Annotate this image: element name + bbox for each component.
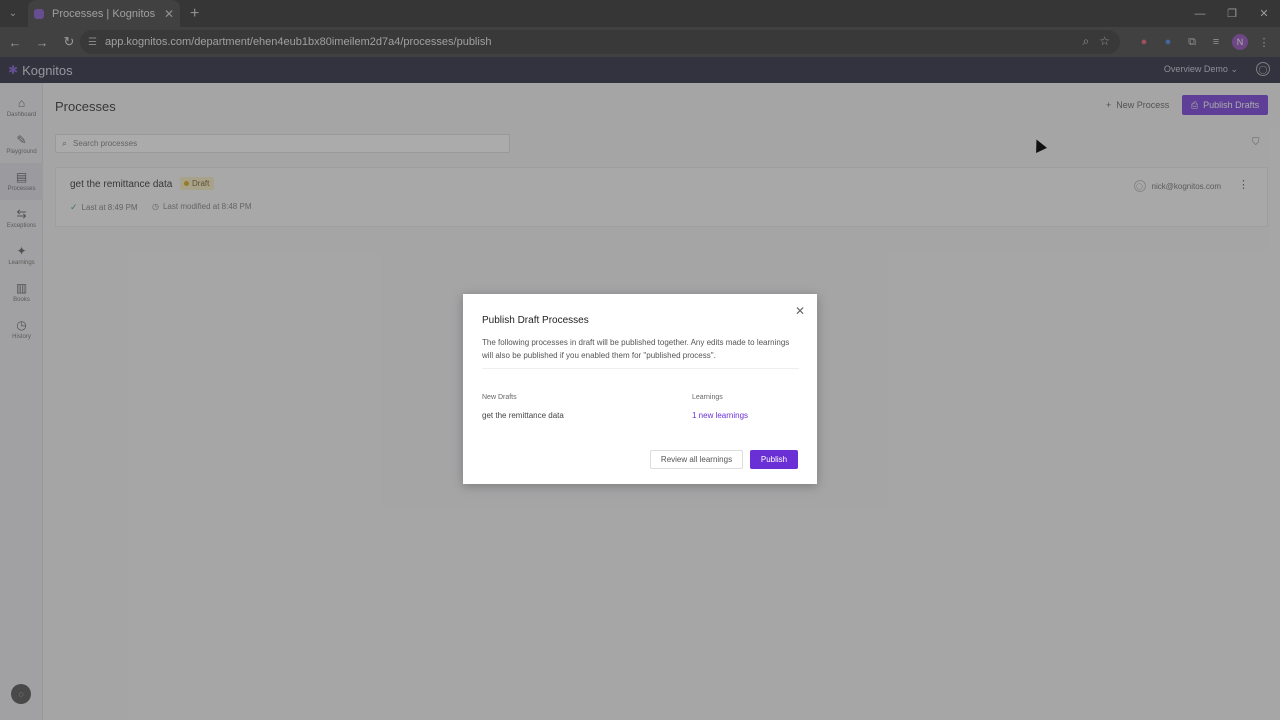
dialog-divider (482, 368, 799, 369)
close-icon[interactable]: ✕ (795, 304, 805, 318)
draft-name: get the remittance data (482, 411, 564, 420)
dialog-title: Publish Draft Processes (482, 315, 589, 326)
new-learnings-link[interactable]: 1 new learnings (692, 411, 748, 420)
publish-button[interactable]: Publish (750, 450, 798, 469)
learnings-header: Learnings (692, 394, 723, 401)
dialog-description: The following processes in draft will be… (482, 338, 790, 360)
review-learnings-button[interactable]: Review all learnings (650, 450, 743, 469)
new-drafts-header: New Drafts (482, 394, 517, 401)
publish-drafts-dialog: ✕ Publish Draft Processes The following … (463, 294, 817, 484)
